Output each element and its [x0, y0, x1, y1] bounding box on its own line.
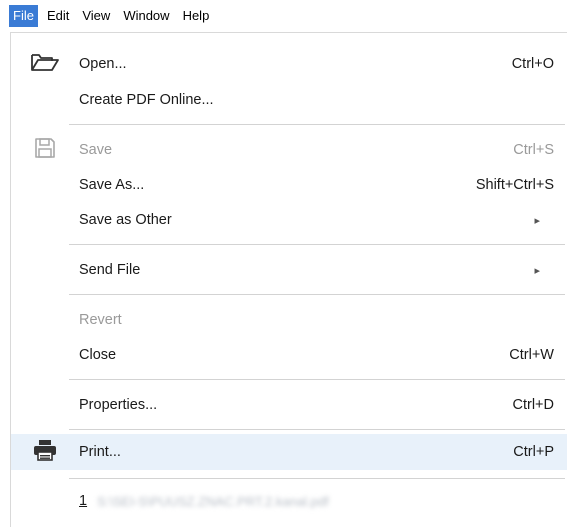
shortcut-label: Ctrl+P	[513, 444, 554, 460]
menu-item-properties[interactable]: Properties... Ctrl+D	[11, 387, 567, 423]
menu-item-create-pdf-online[interactable]: Create PDF Online...	[11, 82, 567, 118]
menu-item-label: Close	[79, 347, 117, 363]
shortcut-label: Ctrl+D	[512, 397, 555, 413]
shortcut-label: Ctrl+O	[511, 56, 554, 72]
menu-help[interactable]: Help	[179, 5, 214, 27]
menu-item-label: Properties...	[79, 397, 158, 413]
menu-item-print[interactable]: Print... Ctrl+P	[11, 434, 567, 470]
menu-item-label: Open...	[79, 56, 127, 72]
menu-item-close[interactable]: Close Ctrl+W	[11, 337, 567, 373]
shortcut-label: Ctrl+W	[509, 347, 554, 363]
menu-separator	[69, 429, 565, 430]
menu-item-send-file[interactable]: Send File ▸	[11, 252, 567, 288]
menu-item-label: Create PDF Online...	[79, 92, 214, 108]
menu-separator	[69, 379, 565, 380]
menu-separator	[69, 244, 565, 245]
menu-separator	[69, 478, 565, 479]
printer-icon	[33, 439, 57, 466]
menu-item-label: Save	[79, 142, 113, 158]
menu-view[interactable]: View	[78, 5, 114, 27]
floppy-disk-icon	[34, 137, 56, 164]
shortcut-label: Ctrl+S	[513, 142, 554, 158]
menu-item-open[interactable]: Open... Ctrl+O	[11, 46, 567, 82]
menu-item-save-as[interactable]: Save As... Shift+Ctrl+S	[11, 167, 567, 203]
menu-item-label: Save As...	[79, 177, 145, 193]
menu-item-label: Revert	[79, 312, 122, 328]
file-menu-dropdown: Open... Ctrl+O Create PDF Online... Save…	[10, 32, 567, 527]
menu-window[interactable]: Window	[119, 5, 173, 27]
menu-separator	[69, 124, 565, 125]
menu-bar: File Edit View Window Help	[0, 0, 567, 32]
menu-item-save-as-other[interactable]: Save as Other ▸	[11, 202, 567, 238]
menu-edit[interactable]: Edit	[43, 5, 73, 27]
submenu-arrow-icon: ▸	[534, 264, 540, 277]
recent-file-path: S:\SEI-S\PUUSZ.ZNAC.PRT.2.kanal.pdf	[97, 493, 329, 509]
menu-item-revert: Revert	[11, 302, 567, 338]
menu-item-label: Send File	[79, 262, 141, 278]
menu-item-label: Save as Other	[79, 212, 172, 228]
recent-file-number: 1	[79, 493, 88, 509]
submenu-arrow-icon: ▸	[534, 214, 540, 227]
menu-separator	[69, 294, 565, 295]
shortcut-label: Shift+Ctrl+S	[475, 177, 554, 193]
menu-file[interactable]: File	[9, 5, 38, 27]
menu-item-recent-file[interactable]: 1 S:\SEI-S\PUUSZ.ZNAC.PRT.2.kanal.pdf	[11, 483, 567, 519]
menu-item-save: Save Ctrl+S	[11, 132, 567, 168]
folder-open-icon	[30, 51, 60, 78]
menu-item-label: Print...	[79, 444, 121, 460]
